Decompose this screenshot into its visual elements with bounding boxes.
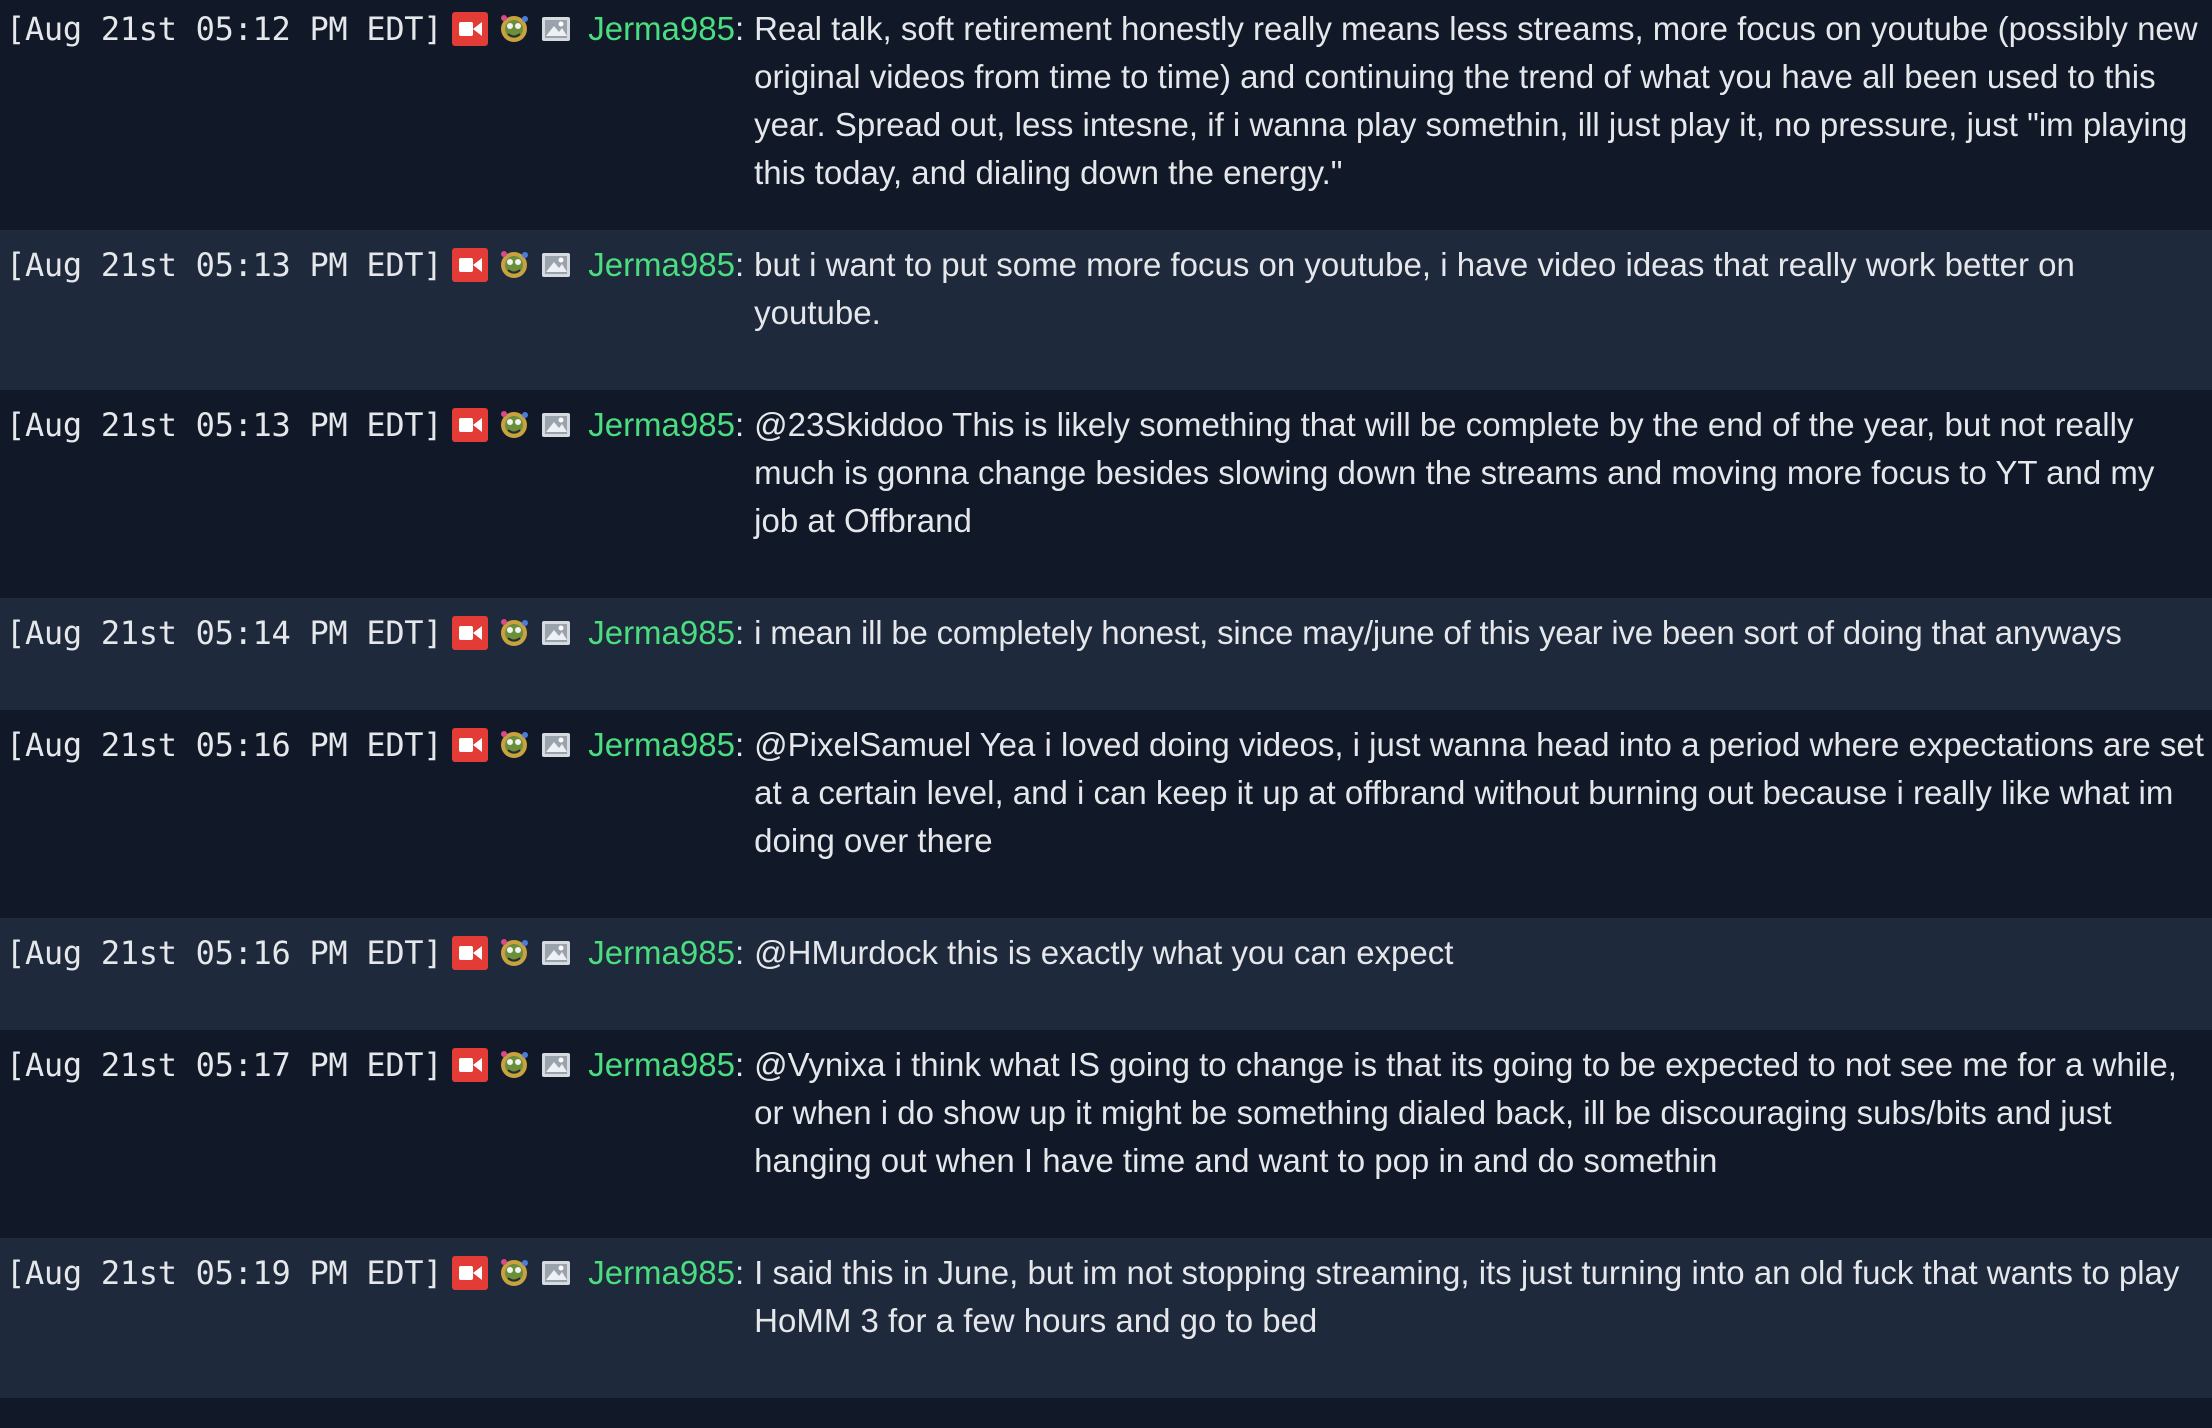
message-text: I said this in June, but im not stopping… xyxy=(754,1254,2180,1339)
username[interactable]: Jerma985 xyxy=(588,1254,735,1292)
chat-message: [Aug 21st 05:14 PM EDT] Jerma985: i mean… xyxy=(0,598,2212,710)
subscriber-icon[interactable] xyxy=(496,728,532,762)
message-text: @23Skiddoo This is likely something that… xyxy=(754,406,2155,539)
chat-message: [Aug 21st 05:16 PM EDT] Jerma985: @HMurd… xyxy=(0,918,2212,1030)
broadcaster-icon[interactable] xyxy=(452,616,489,650)
message-meta: [Aug 21st 05:17 PM EDT] Jerma985: xyxy=(6,1044,754,1086)
message-timestamp: [Aug 21st 05:12 PM EDT] xyxy=(6,10,443,48)
subscriber-icon[interactable] xyxy=(496,12,532,46)
message-meta: [Aug 21st 05:12 PM EDT] Jerma985: xyxy=(6,8,754,50)
chat-log-end xyxy=(0,1398,2212,1428)
username-separator: : xyxy=(734,406,745,443)
message-timestamp: [Aug 21st 05:13 PM EDT] xyxy=(6,246,443,284)
message-timestamp: [Aug 21st 05:13 PM EDT] xyxy=(6,406,443,444)
username-separator: : xyxy=(734,10,745,47)
chat-message: [Aug 21st 05:19 PM EDT] Jerma985: I said… xyxy=(0,1238,2212,1398)
subscriber-icon[interactable] xyxy=(496,616,532,650)
chat-message: [Aug 21st 05:13 PM EDT] Jerma985: but i … xyxy=(0,230,2212,390)
sub-gifter-icon[interactable] xyxy=(540,936,576,970)
message-meta: [Aug 21st 05:16 PM EDT] Jerma985: xyxy=(6,932,754,974)
broadcaster-icon[interactable] xyxy=(452,1048,489,1082)
message-meta: [Aug 21st 05:16 PM EDT] Jerma985: xyxy=(6,724,754,766)
username[interactable]: Jerma985 xyxy=(588,406,735,444)
broadcaster-icon[interactable] xyxy=(452,936,489,970)
message-text: @PixelSamuel Yea i loved doing videos, i… xyxy=(754,726,2204,859)
message-meta: [Aug 21st 05:13 PM EDT] Jerma985: xyxy=(6,244,754,286)
chat-log[interactable]: [Aug 21st 05:12 PM EDT] Jerma985: Real t… xyxy=(0,0,2212,1428)
message-meta: [Aug 21st 05:19 PM EDT] Jerma985: xyxy=(6,1252,754,1294)
sub-gifter-icon[interactable] xyxy=(540,408,576,442)
username-separator: : xyxy=(734,1254,745,1291)
message-text: @Vynixa i think what IS going to change … xyxy=(754,1046,2177,1179)
message-timestamp: [Aug 21st 05:16 PM EDT] xyxy=(6,934,443,972)
chat-message: [Aug 21st 05:17 PM EDT] Jerma985: @Vynix… xyxy=(0,1030,2212,1238)
sub-gifter-icon[interactable] xyxy=(540,1048,576,1082)
username-separator: : xyxy=(734,1046,745,1083)
message-timestamp: [Aug 21st 05:16 PM EDT] xyxy=(6,726,443,764)
username[interactable]: Jerma985 xyxy=(588,614,735,652)
message-timestamp: [Aug 21st 05:17 PM EDT] xyxy=(6,1046,443,1084)
username[interactable]: Jerma985 xyxy=(588,934,735,972)
subscriber-icon[interactable] xyxy=(496,1256,532,1290)
username-separator: : xyxy=(734,246,745,283)
message-timestamp: [Aug 21st 05:14 PM EDT] xyxy=(6,614,443,652)
chat-message: [Aug 21st 05:13 PM EDT] Jerma985: @23Ski… xyxy=(0,390,2212,598)
message-meta: [Aug 21st 05:14 PM EDT] Jerma985: xyxy=(6,612,754,654)
chat-message: [Aug 21st 05:12 PM EDT] Jerma985: Real t… xyxy=(0,0,2212,230)
sub-gifter-icon[interactable] xyxy=(540,728,576,762)
broadcaster-icon[interactable] xyxy=(452,408,489,442)
sub-gifter-icon[interactable] xyxy=(540,248,576,282)
subscriber-icon[interactable] xyxy=(496,248,532,282)
message-timestamp: [Aug 21st 05:19 PM EDT] xyxy=(6,1254,443,1292)
sub-gifter-icon[interactable] xyxy=(540,12,576,46)
sub-gifter-icon[interactable] xyxy=(540,616,576,650)
message-text: Real talk, soft retirement honestly real… xyxy=(754,10,2198,191)
message-meta: [Aug 21st 05:13 PM EDT] Jerma985: xyxy=(6,404,754,446)
broadcaster-icon[interactable] xyxy=(452,248,489,282)
username[interactable]: Jerma985 xyxy=(588,1046,735,1084)
chat-message: [Aug 21st 05:16 PM EDT] Jerma985: @Pixel… xyxy=(0,710,2212,918)
subscriber-icon[interactable] xyxy=(496,1048,532,1082)
username-separator: : xyxy=(734,726,745,763)
message-text: i mean ill be completely honest, since m… xyxy=(754,614,2122,651)
username[interactable]: Jerma985 xyxy=(588,10,735,48)
username-separator: : xyxy=(734,614,745,651)
username-separator: : xyxy=(734,934,745,971)
message-text: but i want to put some more focus on you… xyxy=(754,246,2075,331)
username[interactable]: Jerma985 xyxy=(588,726,735,764)
broadcaster-icon[interactable] xyxy=(452,1256,489,1290)
username[interactable]: Jerma985 xyxy=(588,246,735,284)
message-text: @HMurdock this is exactly what you can e… xyxy=(754,934,1454,971)
subscriber-icon[interactable] xyxy=(496,408,532,442)
broadcaster-icon[interactable] xyxy=(452,728,489,762)
sub-gifter-icon[interactable] xyxy=(540,1256,576,1290)
subscriber-icon[interactable] xyxy=(496,936,532,970)
broadcaster-icon[interactable] xyxy=(452,12,489,46)
